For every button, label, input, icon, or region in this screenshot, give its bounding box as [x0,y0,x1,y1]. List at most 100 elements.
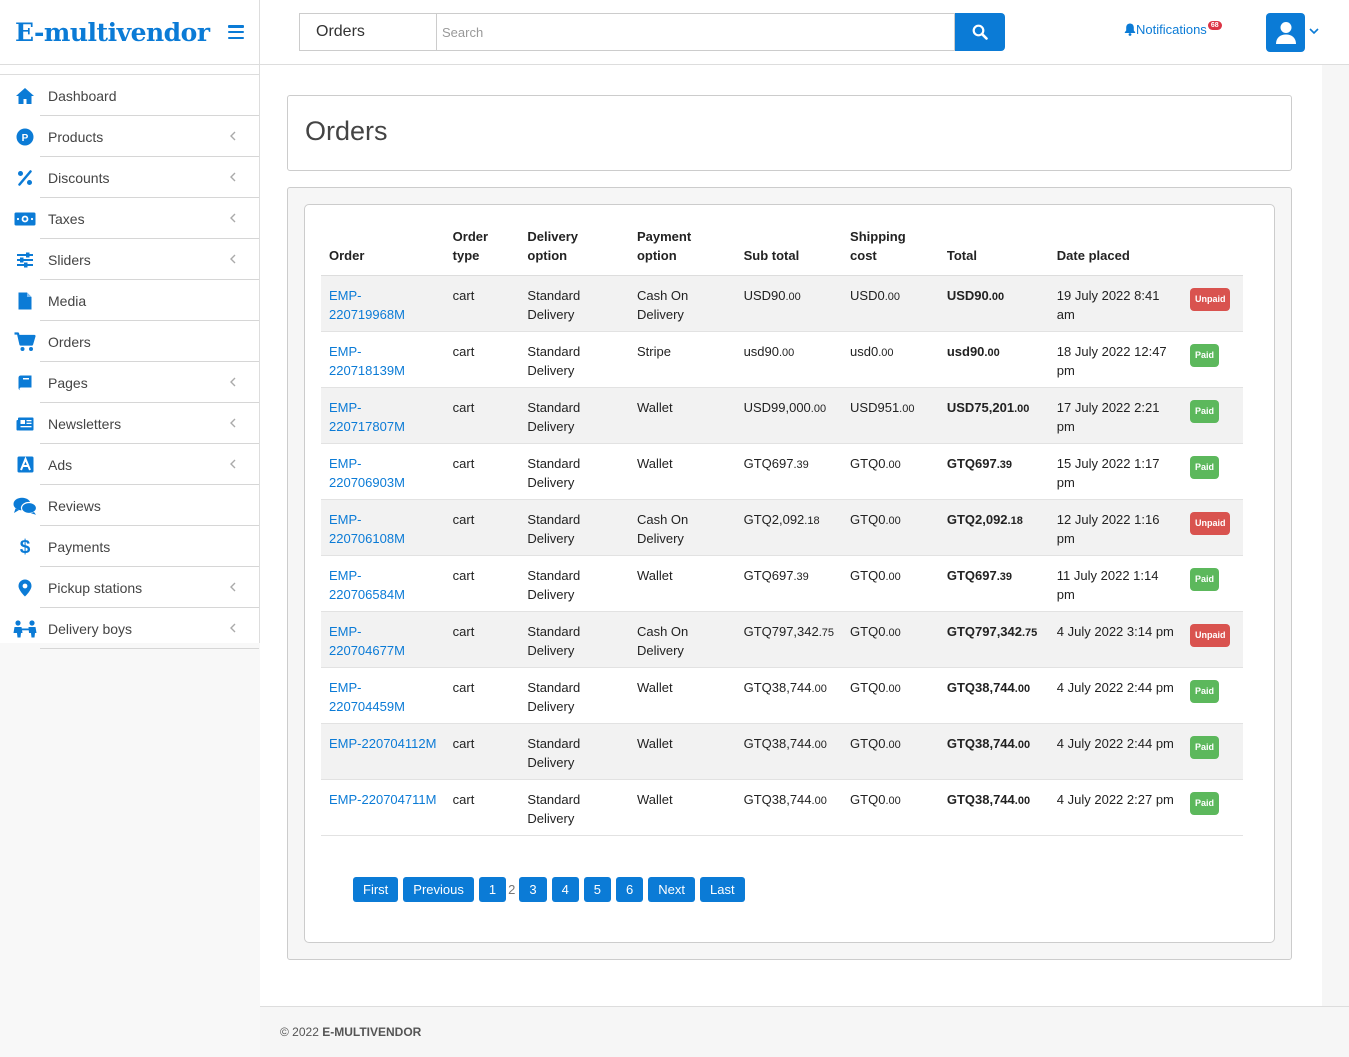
order-type: cart [444,331,520,388]
sidebar-item-payments[interactable]: $ Payments [0,526,259,567]
dollar-icon: $ [0,537,48,557]
percent-icon [0,169,48,186]
chevron-down-icon[interactable] [1309,27,1319,35]
sidebar-item-label: Sliders [48,251,91,268]
order-link[interactable]: EMP-220704459M [329,680,405,714]
sidebar-item-newsletters[interactable]: Newsletters [0,403,259,444]
order-type: cart [444,723,520,780]
shipping-cost: USD0.00 [842,275,939,332]
copyright: © 2022 E-MULTIVENDOR [280,1025,422,1039]
sidebar-item-products[interactable]: P Products [0,116,259,157]
svg-text:$: $ [20,537,31,557]
current-page: 2 [508,882,516,897]
sidebar-item-delivery-boys[interactable]: Delivery boys [0,608,259,649]
sidebar-item-dashboard[interactable]: Dashboard [0,75,259,116]
notifications-label: Notifications [1136,22,1207,37]
table-row: EMP-220706584M cart Standard Delivery Walle… [321,555,1243,612]
sub-total: USD99,000.00 [735,387,843,444]
sidebar-item-sliders[interactable]: Sliders [0,239,259,280]
brand-logo[interactable]: E-multivendor [15,18,210,47]
sidebar-item-media[interactable]: Media [0,280,259,321]
status-badge: Unpaid [1189,512,1231,535]
order-type: cart [444,387,520,444]
sidebar-item-ads[interactable]: Ads [0,444,259,485]
sidebar-item-label: Newsletters [48,415,122,432]
page-header-card: Orders [287,95,1292,171]
column-header: Total [938,227,1049,276]
order-link[interactable]: EMP-220706903M [329,456,405,490]
order-link[interactable]: EMP-220719968M [329,288,405,322]
date-placed: 11 July 2022 1:14 pm [1048,555,1182,612]
notifications-count-badge: 68 [1207,21,1222,30]
topbar: Orders Search Notifications 68 [260,0,1349,65]
payment-option: Wallet [628,667,736,724]
order-link[interactable]: EMP-220718139M [329,344,405,378]
order-link[interactable]: EMP-220717807M [329,400,405,434]
user-avatar[interactable] [1266,13,1305,52]
order-link[interactable]: EMP-220704711M [329,792,436,807]
table-row: EMP-220704459M cart Standard Delivery Walle… [321,667,1243,724]
sidebar-item-label: Orders [48,333,91,350]
total: GTQ697.39 [938,443,1049,500]
sidebar-item-taxes[interactable]: Taxes [0,198,259,239]
order-link[interactable]: EMP-220704112M [329,736,436,751]
sidebar-item-label: Discounts [48,169,110,186]
sub-total: GTQ38,744.00 [735,667,843,724]
order-type: cart [444,667,520,724]
sidebar-item-label: Media [48,292,87,309]
date-placed: 12 July 2022 1:16 pm [1048,499,1182,556]
footer-brand: E-MULTIVENDOR [322,1025,422,1039]
menu-toggle-icon[interactable] [228,25,244,39]
page-button[interactable]: 3 [519,877,547,902]
date-placed: 4 July 2022 2:44 pm [1048,723,1182,780]
sidebar-item-pages[interactable]: Pages [0,362,259,403]
money-icon [0,212,48,226]
column-header: Payment option [628,227,736,276]
notifications-link[interactable]: Notifications 68 [1124,21,1222,37]
chevron-left-icon [230,623,236,633]
delivery-option: Standard Delivery [519,555,629,612]
table-row: EMP-220717807M cart Standard Delivery Walle… [321,387,1243,444]
status-badge: Unpaid [1189,288,1231,311]
delivery-option: Standard Delivery [519,611,629,668]
page-button[interactable]: 1 [478,877,507,902]
payment-option: Wallet [628,387,736,444]
column-header: Order [321,227,445,276]
sidebar-item-label: Ads [48,456,73,473]
sidebar-item-reviews[interactable]: Reviews [0,485,259,526]
map-marker-icon [0,579,48,597]
page-button[interactable]: 6 [616,877,644,902]
order-type: cart [444,275,520,332]
sidebar-item-discounts[interactable]: Discounts [0,157,259,198]
order-link[interactable]: EMP-220704677M [329,624,405,658]
search-button[interactable] [955,13,1005,51]
date-placed: 15 July 2022 1:17 pm [1048,443,1182,500]
chevron-left-icon [230,459,236,469]
delivery-option: Standard Delivery [519,275,629,332]
order-link[interactable]: EMP-220706108M [329,512,405,546]
search-category-select[interactable]: Orders [299,13,436,51]
page-button[interactable]: 4 [551,877,579,902]
search-input[interactable]: Search [436,13,955,51]
total: GTQ38,744.00 [938,779,1049,836]
next-page-button[interactable]: Next [648,877,695,902]
table-row: EMP-220719968M cart Standard Delivery Cash … [321,275,1243,332]
first-page-button[interactable]: First [353,877,399,902]
sub-total: GTQ697.39 [735,443,843,500]
status-badge: Paid [1189,736,1219,759]
main-content: Orders Order Order type Delivery option Pay… [260,65,1322,1006]
sidebar-item-orders[interactable]: Orders [0,321,259,362]
last-page-button[interactable]: Last [700,877,745,902]
payment-option: Stripe [628,331,736,388]
total: USD90.00 [938,275,1049,332]
page-button[interactable]: 5 [583,877,612,902]
payment-option: Wallet [628,443,736,500]
table-header-row: Order Order type Delivery option Payment op… [321,227,1243,276]
date-placed: 18 July 2022 12:47 pm [1048,331,1182,388]
orders-table: Order Order type Delivery option Payment op… [321,227,1243,836]
order-link[interactable]: EMP-220706584M [329,568,405,602]
sidebar-item-label: Payments [48,538,111,555]
sidebar-item-pickup-stations[interactable]: Pickup stations [0,567,259,608]
previous-page-button[interactable]: Previous [403,877,474,902]
comments-icon [0,497,48,515]
